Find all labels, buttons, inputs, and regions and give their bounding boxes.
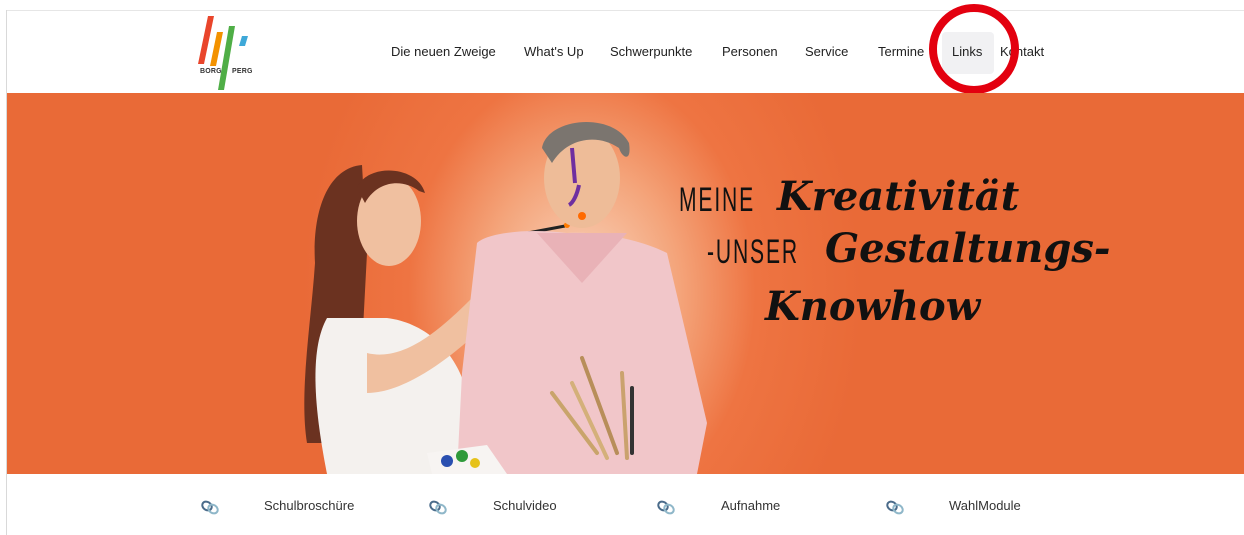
logo-mark-icon — [198, 16, 248, 90]
hero-text-line2-a: -UNSER — [707, 233, 799, 271]
hero-text-line2-b: Gestaltungs- — [825, 225, 1111, 272]
nav-item-schwerpunkte[interactable]: Schwerpunkte — [610, 44, 692, 62]
nav-item-die-neuen-zweige[interactable]: Die neuen Zweige — [391, 44, 496, 62]
hero-banner: MEINE Kreativität -UNSER Gestaltungs- Kn… — [7, 93, 1244, 474]
hero-photo-illustration — [304, 122, 707, 474]
quick-link-schulbroschuere[interactable]: Schulbroschüre — [264, 498, 354, 518]
link-icon — [886, 500, 904, 515]
link-icon — [429, 500, 447, 515]
quick-link-schulvideo[interactable]: Schulvideo — [493, 498, 557, 518]
hero-text-line1-a: MEINE — [679, 181, 756, 219]
hero-text-line3: Knowhow — [765, 283, 981, 330]
link-icon — [657, 500, 675, 515]
hero-text-line1-b: Kreativität — [777, 173, 1020, 220]
nav-item-whats-up[interactable]: What's Up — [524, 44, 584, 62]
nav-item-service[interactable]: Service — [805, 44, 848, 62]
quick-link-wahlmodule[interactable]: WahlModule — [949, 498, 1021, 518]
quick-link-aufnahme[interactable]: Aufnahme — [721, 498, 780, 518]
logo-text-left: BORG — [200, 68, 222, 75]
nav-item-termine[interactable]: Termine — [878, 44, 924, 62]
nav-item-personen[interactable]: Personen — [722, 44, 778, 62]
highlight-circle — [929, 4, 1019, 94]
site-logo[interactable]: BORG PERG — [194, 14, 264, 90]
link-icon — [201, 500, 219, 515]
logo-text-right: PERG — [232, 68, 253, 75]
